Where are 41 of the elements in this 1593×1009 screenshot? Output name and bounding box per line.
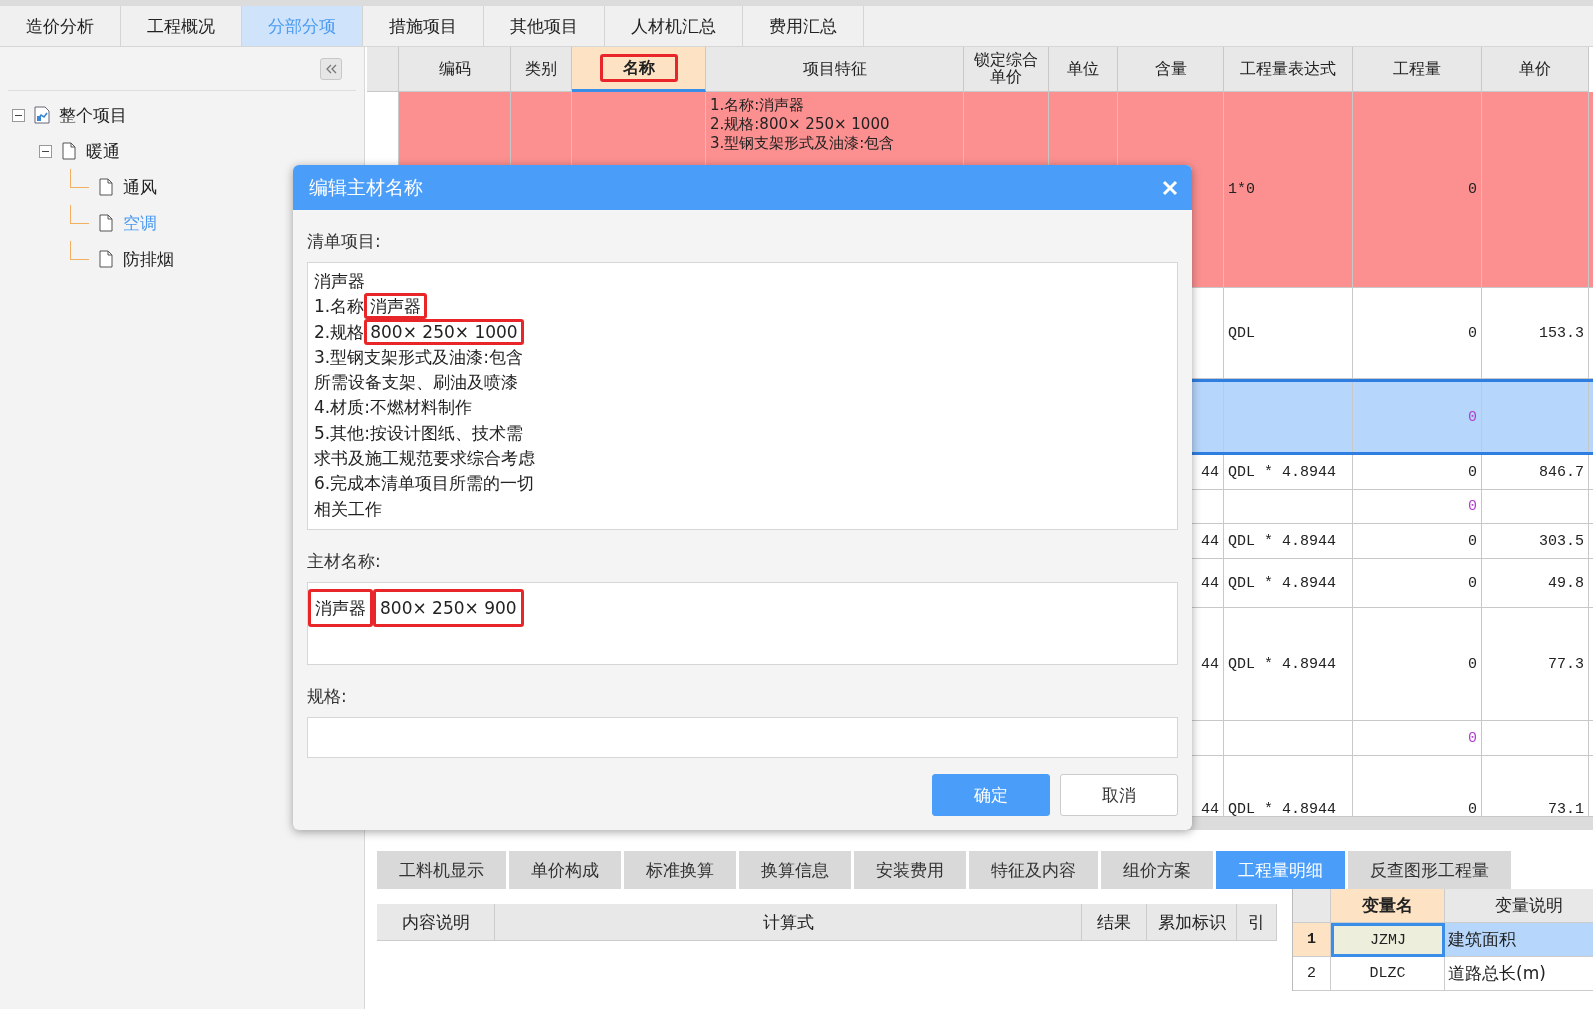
table-cell: 303.5 [1482, 524, 1589, 558]
feature-line: 2.规格:800× 250× 1000 [710, 115, 890, 134]
text-line: 相关工作 [314, 497, 383, 521]
table-cell: 0 [1353, 608, 1482, 720]
table-cell: 77.3 [1482, 608, 1589, 720]
field-label: 规格: [307, 685, 348, 707]
table-cell: 0 [1353, 490, 1482, 523]
text-line: 6.完成本清单项目所需的一切 [314, 472, 536, 496]
table-cell: 0 [1353, 92, 1482, 287]
table-cell: QDL [1224, 288, 1353, 378]
table-cell: JZMJ [1331, 923, 1445, 957]
dialog-title: 编辑主材名称 [309, 174, 423, 200]
feature-line: 3.型钢支架形式及油漆:包含 [710, 134, 895, 153]
table-cell: 153.3 [1482, 288, 1589, 378]
table-cell: 0 [1353, 524, 1482, 558]
field-label: 清单项目: [307, 230, 382, 252]
table-cell: QDL * 4.8944 [1224, 455, 1353, 489]
table-cell: 道路总长(m) [1445, 957, 1593, 991]
table-cell: 建筑面积 [1445, 923, 1593, 957]
text-line: 5.其他:按设计图纸、技术需 [314, 421, 524, 445]
text-line: 所需设备支架、刷油及喷漆 [314, 371, 519, 395]
table-cell: 0 [1353, 559, 1482, 607]
text-line: 4.材质:不燃材料制作 [314, 396, 473, 420]
table-cell: DLZC [1331, 957, 1445, 991]
table-cell: QDL * 4.8944 [1224, 559, 1353, 607]
table-cell: QDL * 4.8944 [1224, 608, 1353, 720]
text-line: 3.型钢支架形式及油漆:包含 [314, 345, 524, 369]
table-cell: 0 [1353, 288, 1482, 378]
text-line: 消声器 [314, 270, 366, 293]
field-label: 主材名称: [307, 550, 382, 572]
table-cell: 0 [1353, 382, 1482, 452]
text-line: 1.名称 消声器 [314, 294, 1171, 320]
table-cell: 0 [1353, 721, 1482, 755]
feature-line: 1.名称:消声器 [710, 96, 805, 115]
table-cell: 49.8 [1482, 559, 1589, 607]
text-line: 求书及施工规范要求综合考虑 [314, 447, 536, 471]
text-line: 2.规格 800× 250× 1000 [314, 319, 1171, 345]
table-cell: QDL * 4.8944 [1224, 524, 1353, 558]
table-cell: 0 [1353, 455, 1482, 489]
table-cell: 1*0 [1224, 92, 1353, 287]
table-cell: 846.7 [1482, 455, 1589, 489]
